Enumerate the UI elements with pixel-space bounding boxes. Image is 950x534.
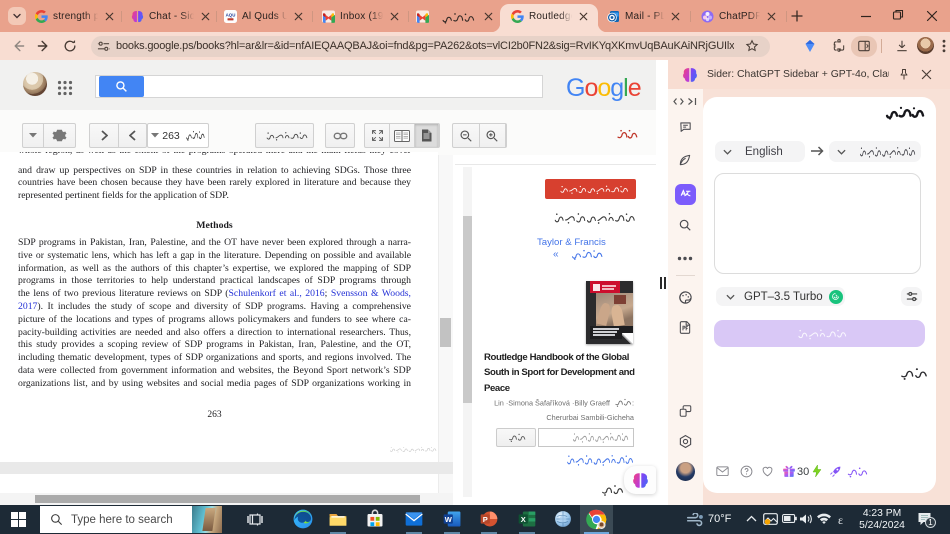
svg-text:X: X	[521, 515, 526, 524]
svg-text:P: P	[483, 515, 488, 524]
svg-text:AQU: AQU	[226, 13, 236, 18]
svg-text:W: W	[445, 515, 453, 524]
